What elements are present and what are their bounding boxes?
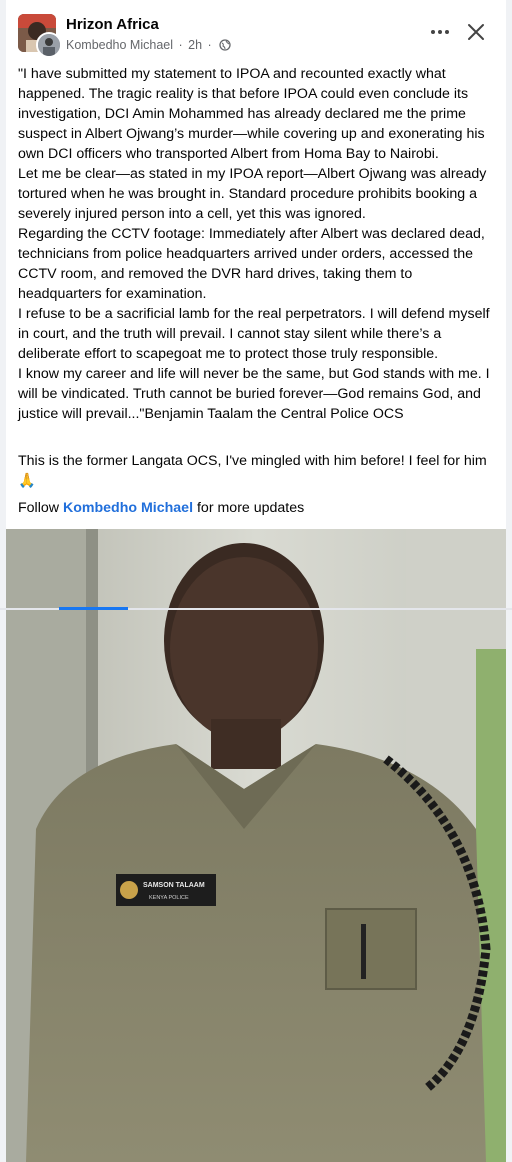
page-name[interactable]: Hrizon Africa <box>66 16 159 33</box>
nametag-line2: KENYA POLICE <box>149 895 189 901</box>
more-dot <box>438 30 442 34</box>
post-paragraph: I know my career and life will never be … <box>18 366 490 422</box>
follow-line: Follow Kombedho Michael for more updates <box>18 498 494 518</box>
close-button[interactable] <box>464 20 488 44</box>
post-paragraph: Let me be clear—as stated in my IPOA rep… <box>18 166 487 222</box>
post-time[interactable]: 2h <box>188 38 202 52</box>
post-photo[interactable]: SAMSON TALAAM KENYA POLICE <box>6 529 506 1162</box>
active-tab-indicator <box>59 607 128 610</box>
post-paragraph: I refuse to be a sacrificial lamb for th… <box>18 306 490 362</box>
more-options-icon <box>431 30 435 34</box>
follow-author-link[interactable]: Kombedho Michael <box>63 500 193 516</box>
post-comment-text: This is the former Langata OCS, I've min… <box>18 453 487 489</box>
follow-prefix: Follow <box>18 500 59 516</box>
post-paragraph: Regarding the CCTV footage: Immediately … <box>18 226 485 302</box>
author-name[interactable]: Kombedho Michael <box>66 38 173 52</box>
meta-separator: · <box>178 38 183 52</box>
follow-suffix: for more updates <box>196 500 305 516</box>
post-card: Hrizon Africa Kombedho Michael · 2h · "I… <box>6 0 506 1162</box>
more-dot <box>445 30 449 34</box>
meta-separator-2: · <box>207 38 212 52</box>
post-header: Hrizon Africa Kombedho Michael · 2h · <box>6 0 506 60</box>
globe-icon <box>219 39 231 54</box>
post-message: "I have submitted my statement to IPOA a… <box>18 64 494 424</box>
post-meta: Kombedho Michael · 2h · <box>66 38 231 54</box>
nametag-line1: SAMSON TALAAM <box>143 882 205 889</box>
post-paragraph: "I have submitted my statement to IPOA a… <box>18 66 485 162</box>
author-avatar[interactable] <box>36 32 62 58</box>
more-options-button[interactable] <box>426 20 454 44</box>
close-icon <box>468 24 484 40</box>
